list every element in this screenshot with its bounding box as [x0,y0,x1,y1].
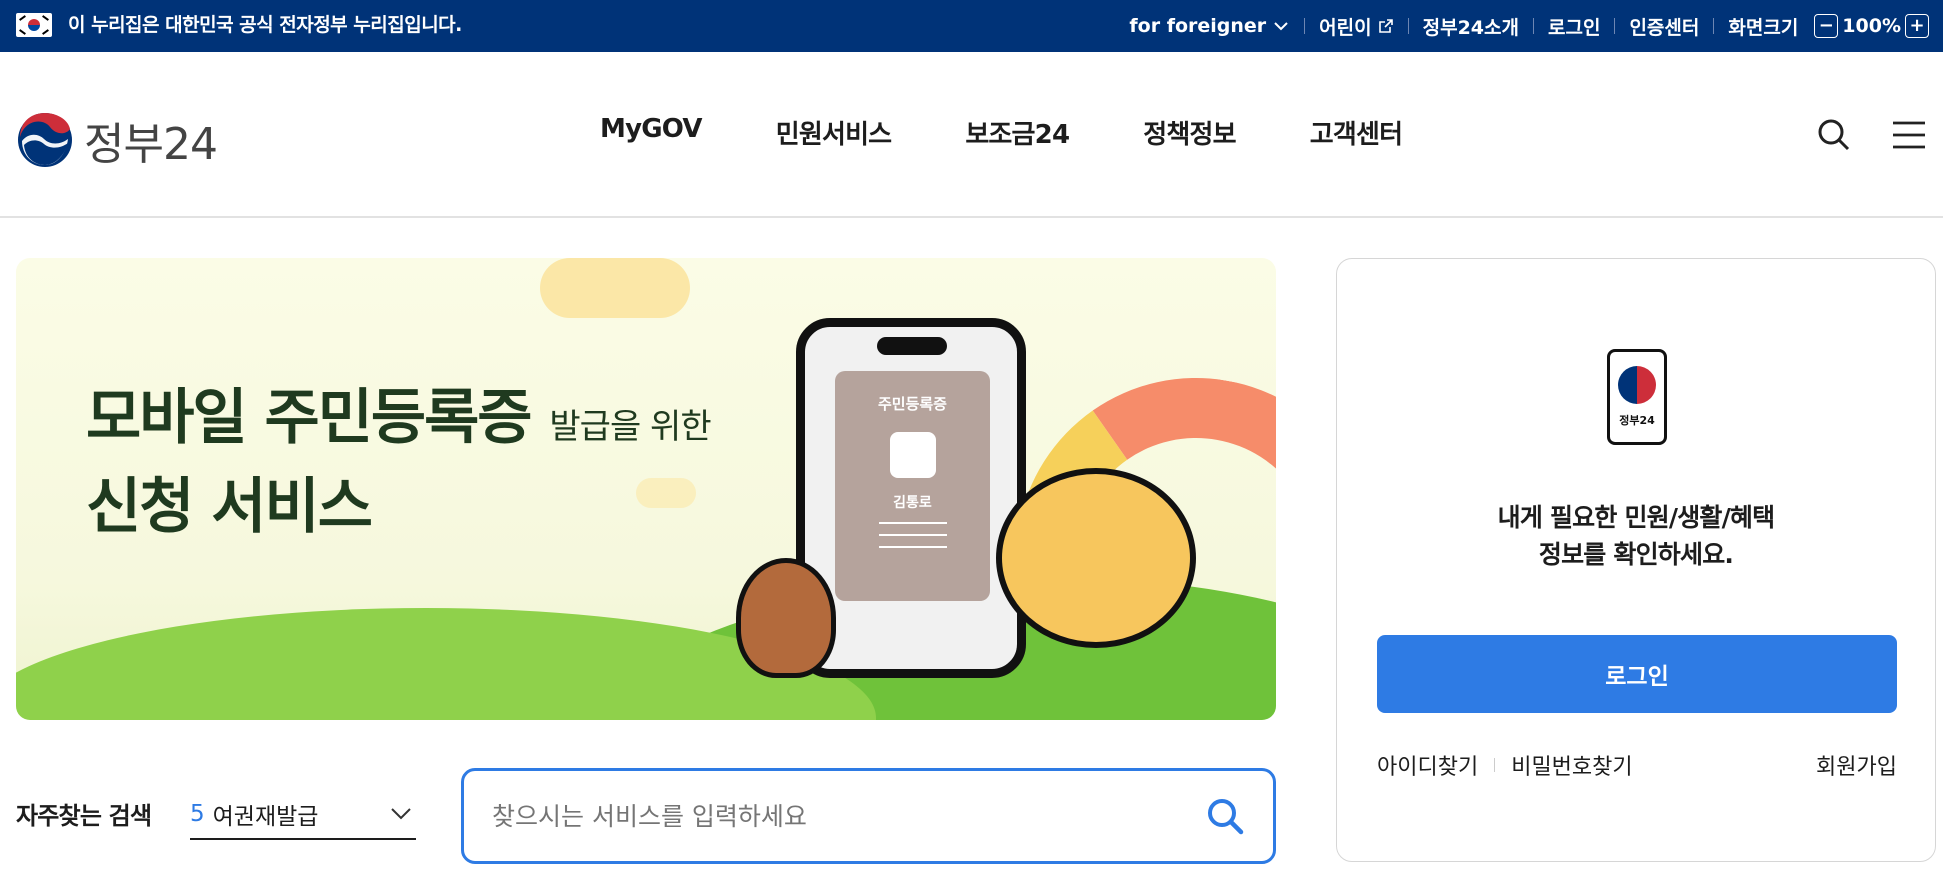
account-links: 아이디찾기 비밀번호찾기 회원가입 [1377,749,1897,781]
find-password-link[interactable]: 비밀번호찾기 [1511,749,1632,781]
zoom-in-button[interactable]: + [1905,14,1929,38]
screen-size-label: 화면크기 [1728,16,1799,39]
chevron-down-icon [1274,22,1288,31]
frequent-search-rank: 5 [190,801,205,827]
login-message-line1: 내게 필요한 민원/생활/혜택 [1497,503,1775,532]
frequent-search-label: 자주찾는 검색 [16,802,152,830]
frequent-search-dropdown[interactable]: 5 여권재발급 [190,790,416,840]
site-header: 정부24 MyGOV 민원서비스 보조금24 정책정보 고객센터 [0,52,1943,218]
divider [1304,18,1306,34]
banner-title-line1: 모바일 주민등록증 [86,383,532,453]
zoom-level: 100% [1842,15,1901,37]
divider [1713,18,1715,34]
nav-mygov[interactable]: MyGOV [600,114,703,151]
id-card-illustration: 주민등록증 김통로 [835,371,990,601]
banner-title: 모바일 주민등록증 발급을 위한 신청 서비스 [86,378,712,547]
login-message-line2: 정보를 확인하세요. [1538,540,1734,569]
find-id-link[interactable]: 아이디찾기 [1377,749,1478,781]
avatar-icon [889,432,936,478]
login-message: 내게 필요한 민원/생활/혜택 정보를 확인하세요. [1337,499,1935,573]
squirrel-mascot-illustration [996,468,1196,648]
nav-customer-center[interactable]: 고객센터 [1310,114,1403,151]
cert-center-link[interactable]: 인증센터 [1629,13,1699,40]
owl-mascot-illustration [736,558,836,678]
top-login-link[interactable]: 로그인 [1548,13,1600,40]
kids-label: 어린이 [1319,16,1372,39]
divider [1494,758,1496,772]
login-button[interactable]: 로그인 [1377,635,1897,713]
search-bar [461,768,1276,864]
main-navigation: MyGOV 민원서비스 보조금24 정책정보 고객센터 [600,114,1476,151]
nav-civil-service[interactable]: 민원서비스 [776,114,892,151]
banner-title-line2: 신청 서비스 [86,472,373,542]
for-foreigner-dropdown[interactable]: for foreigner [1129,15,1290,37]
frequent-search-value: 여권재발급 [212,804,319,830]
device-label: 정부24 [1619,414,1655,427]
divider [1533,18,1534,34]
divider [1407,18,1409,34]
gov-top-bar: 이 누리집은 대한민국 공식 전자정부 누리집입니다. for foreigne… [0,0,1943,52]
main-banner[interactable]: 모바일 주민등록증 발급을 위한 신청 서비스 주민등록증 김통로 [16,258,1276,720]
for-foreigner-label: for foreigner [1129,15,1267,37]
external-link-icon [1378,19,1393,33]
chevron-down-icon [391,808,411,820]
search-icon[interactable] [1817,118,1851,152]
korea-flag-icon [16,13,52,37]
about-link[interactable]: 정부24소개 [1423,13,1519,40]
cloud-decoration [540,258,690,318]
hamburger-menu-icon[interactable] [1893,120,1925,150]
id-card-title: 주민등록증 [877,395,947,413]
nav-subsidy24[interactable]: 보조금24 [965,114,1070,151]
utility-menu: for foreigner 어린이 정부24소개 로그인 인증센터 화면크기 −… [1129,0,1929,52]
login-panel: 정부24 내게 필요한 민원/생활/혜택 정보를 확인하세요. 로그인 아이디찾… [1336,258,1936,862]
nav-policy-info[interactable]: 정책정보 [1143,114,1236,151]
id-card-name: 김통로 [893,495,932,511]
banner-title-small: 발급을 위한 [549,407,711,447]
official-site-notice: 이 누리집은 대한민국 공식 전자정부 누리집입니다. [68,14,462,36]
search-submit-icon[interactable] [1205,796,1245,836]
taegeuk-logo-icon [18,113,72,167]
mobile-device-icon: 정부24 [1607,349,1667,445]
kids-link[interactable]: 어린이 [1319,13,1393,40]
logo-text: 정부24 [84,119,218,170]
search-input[interactable] [492,801,1205,831]
join-link[interactable]: 회원가입 [1816,749,1897,781]
header-actions [1817,118,1925,152]
divider [1614,18,1616,34]
zoom-out-button[interactable]: − [1814,14,1839,38]
site-logo[interactable]: 정부24 [16,108,218,172]
